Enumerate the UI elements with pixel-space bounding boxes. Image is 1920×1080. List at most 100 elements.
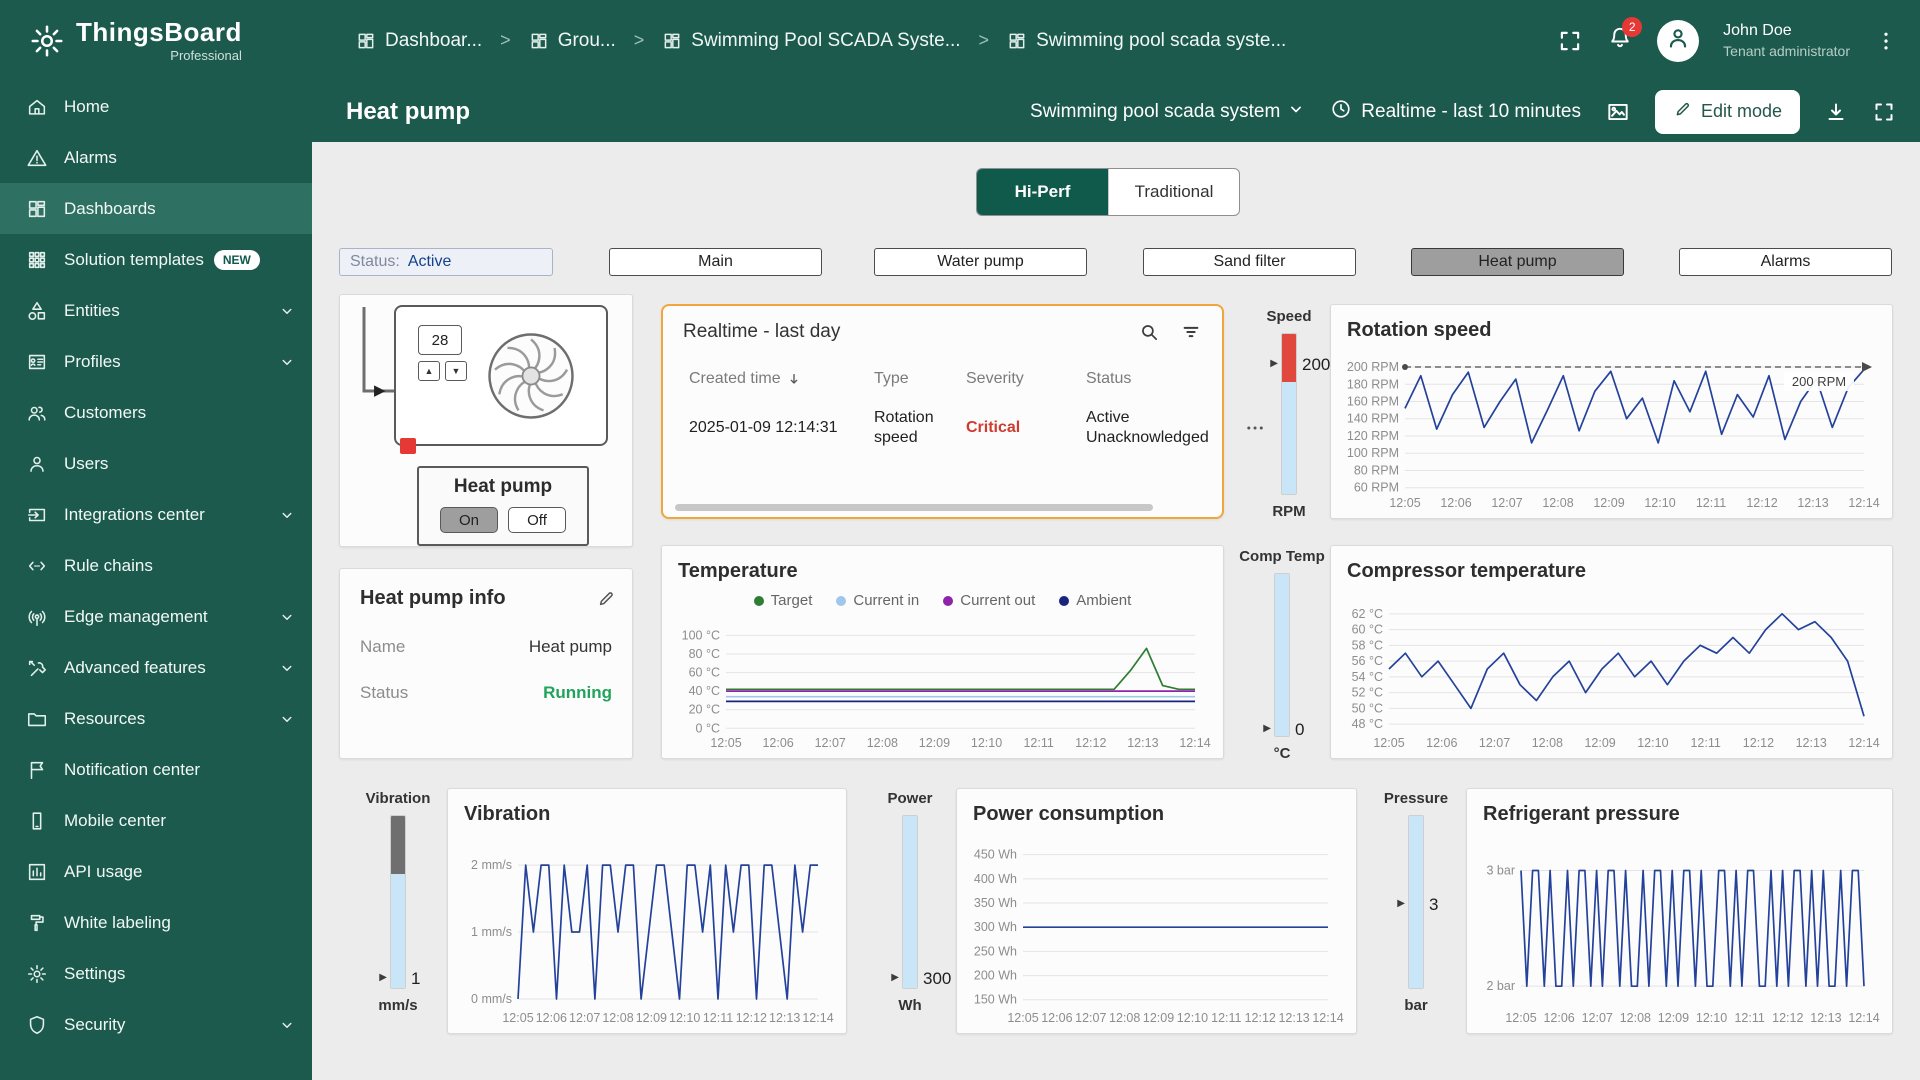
search-button[interactable] (1138, 321, 1160, 343)
timewindow-button[interactable]: Realtime - last 10 minutes (1330, 98, 1581, 126)
sidebar-item-alarms[interactable]: Alarms (0, 132, 312, 183)
settings-icon (28, 22, 66, 60)
on-button[interactable]: On (440, 507, 498, 533)
sidebar-item-entities[interactable]: Entities (0, 285, 312, 336)
sidebar-item-mobile-center[interactable]: Mobile center (0, 795, 312, 846)
state-button-sand-filter[interactable]: Sand filter (1143, 248, 1356, 276)
state-button-heat-pump[interactable]: Heat pump (1411, 248, 1624, 276)
edit-mode-button[interactable]: Edit mode (1655, 90, 1800, 134)
sidebar-item-resources[interactable]: Resources (0, 693, 312, 744)
svg-text:12:08: 12:08 (602, 1011, 633, 1025)
sidebar-item-home[interactable]: Home (0, 81, 312, 132)
increase-button[interactable]: ▲ (418, 361, 440, 381)
breadcrumb-item[interactable]: Dashboar... (356, 30, 482, 52)
sidebar-item-edge-management[interactable]: Edge management (0, 591, 312, 642)
setpoint-display[interactable]: 28 (418, 325, 462, 355)
notifications-button[interactable]: 2 (1607, 25, 1633, 56)
sidebar-item-settings[interactable]: Settings (0, 948, 312, 999)
edit-mode-label: Edit mode (1701, 101, 1782, 122)
sidebar-item-api-usage[interactable]: API usage (0, 846, 312, 897)
integrations-icon (26, 504, 48, 526)
column-header-status[interactable]: Status (1086, 360, 1244, 398)
power_consumption-chart-svg: 450 Wh400 Wh350 Wh300 Wh250 Wh200 Wh150 … (965, 835, 1344, 1027)
gauge-value: 0 (1295, 720, 1304, 740)
sidebar-item-profiles[interactable]: Profiles (0, 336, 312, 387)
state-button-water-pump[interactable]: Water pump (874, 248, 1087, 276)
svg-text:3 bar: 3 bar (1487, 863, 1516, 877)
column-header-created-time[interactable]: Created time (689, 360, 874, 398)
filter-button[interactable] (1180, 321, 1202, 343)
svg-text:2 mm/s: 2 mm/s (471, 858, 512, 872)
legend-item-ambient[interactable]: Ambient (1059, 592, 1131, 609)
horizontal-scrollbar[interactable] (675, 504, 1153, 511)
gauge-body: ▶ 3 (1374, 815, 1458, 989)
breadcrumb-item[interactable]: Grou... (529, 30, 616, 52)
sidebar-item-label: Profiles (64, 352, 121, 372)
sidebar-item-users[interactable]: Users (0, 438, 312, 489)
svg-text:12:10: 12:10 (1177, 1011, 1208, 1025)
sidebar-item-security[interactable]: Security (0, 999, 312, 1050)
gauge-unit: Wh (898, 997, 921, 1014)
breadcrumb-item[interactable]: Swimming pool scada syste... (1007, 30, 1286, 52)
sidebar-item-rule-chains[interactable]: Rule chains (0, 540, 312, 591)
view-toggle-traditional[interactable]: Traditional (1108, 169, 1239, 215)
avatar[interactable] (1657, 20, 1699, 62)
svg-text:12:06: 12:06 (1041, 1011, 1072, 1025)
search-icon (1138, 321, 1160, 343)
gauge-body: ▶ 0 (1240, 573, 1324, 737)
edge-management-icon (26, 606, 48, 628)
fullscreen-button[interactable] (1872, 100, 1896, 124)
dashboard-content: Hi-PerfTraditional Status: Active MainWa… (312, 142, 1920, 1080)
legend-dot (754, 596, 764, 606)
legend-item-target[interactable]: Target (754, 592, 813, 609)
sidebar-item-white-labeling[interactable]: White labeling (0, 897, 312, 948)
breadcrumb-label: Grou... (558, 30, 616, 52)
profiles-icon (26, 351, 48, 373)
resources-icon (26, 708, 48, 730)
sidebar-item-integrations-center[interactable]: Integrations center (0, 489, 312, 540)
column-header-type[interactable]: Type (874, 360, 966, 398)
column-header-severity[interactable]: Severity (966, 360, 1086, 398)
svg-text:12:09: 12:09 (1593, 496, 1624, 510)
svg-text:12:10: 12:10 (1644, 496, 1675, 510)
widget-title: Compressor temperature (1331, 546, 1892, 585)
image-button[interactable] (1605, 99, 1631, 125)
legend-item-current-out[interactable]: Current out (943, 592, 1035, 609)
state-button-alarms[interactable]: Alarms (1679, 248, 1892, 276)
sidebar-item-label: Security (64, 1015, 125, 1035)
dashboard-state-select[interactable]: Swimming pool scada system (1030, 99, 1306, 125)
gauge-marker-arrow: ▶ (1263, 723, 1271, 734)
sidebar-item-notification-center[interactable]: Notification center (0, 744, 312, 795)
svg-text:12:10: 12:10 (1637, 736, 1668, 750)
edit-button[interactable] (596, 589, 616, 609)
off-button[interactable]: Off (508, 507, 566, 533)
gauge-bar (1408, 815, 1424, 989)
svg-text:80 RPM: 80 RPM (1354, 463, 1399, 477)
chevron-down-icon (278, 302, 296, 320)
chevron-down-icon (278, 353, 296, 371)
fullscreen-button[interactable] (1557, 28, 1583, 54)
decrease-button[interactable]: ▼ (445, 361, 467, 381)
temperature-legend: Target Current in Current out Ambient (662, 592, 1223, 609)
alarms-title: Realtime - last day (683, 321, 840, 343)
view-toggle-hi-perf[interactable]: Hi-Perf (977, 169, 1108, 215)
setpoint-stepper: ▲ ▼ (418, 361, 467, 381)
more-menu-button[interactable] (1874, 29, 1898, 53)
sidebar-item-dashboards[interactable]: Dashboards (0, 183, 312, 234)
gauge-bar (1281, 333, 1297, 495)
state-button-main[interactable]: Main (609, 248, 822, 276)
gauge-value: 300 (923, 969, 951, 989)
sidebar-item-advanced-features[interactable]: Advanced features (0, 642, 312, 693)
legend-item-current-in[interactable]: Current in (836, 592, 919, 609)
temperature-widget: Temperature TargetCurrent inCurrent outA… (661, 545, 1224, 759)
table-row[interactable]: 2025-01-09 12:14:31Rotation speedCritica… (671, 398, 1214, 458)
breadcrumb-item[interactable]: Swimming Pool SCADA Syste... (662, 30, 960, 52)
chevron-down-icon (278, 506, 296, 524)
download-button[interactable] (1824, 100, 1848, 124)
svg-text:12:12: 12:12 (1772, 1011, 1803, 1025)
mobile-center-icon (26, 810, 48, 832)
user-info: John Doe Tenant administrator (1723, 21, 1850, 60)
sidebar-item-solution-templates[interactable]: Solution templatesNEW (0, 234, 312, 285)
sidebar-item-customers[interactable]: Customers (0, 387, 312, 438)
brand-logo[interactable]: ThingsBoard Professional (0, 19, 312, 63)
